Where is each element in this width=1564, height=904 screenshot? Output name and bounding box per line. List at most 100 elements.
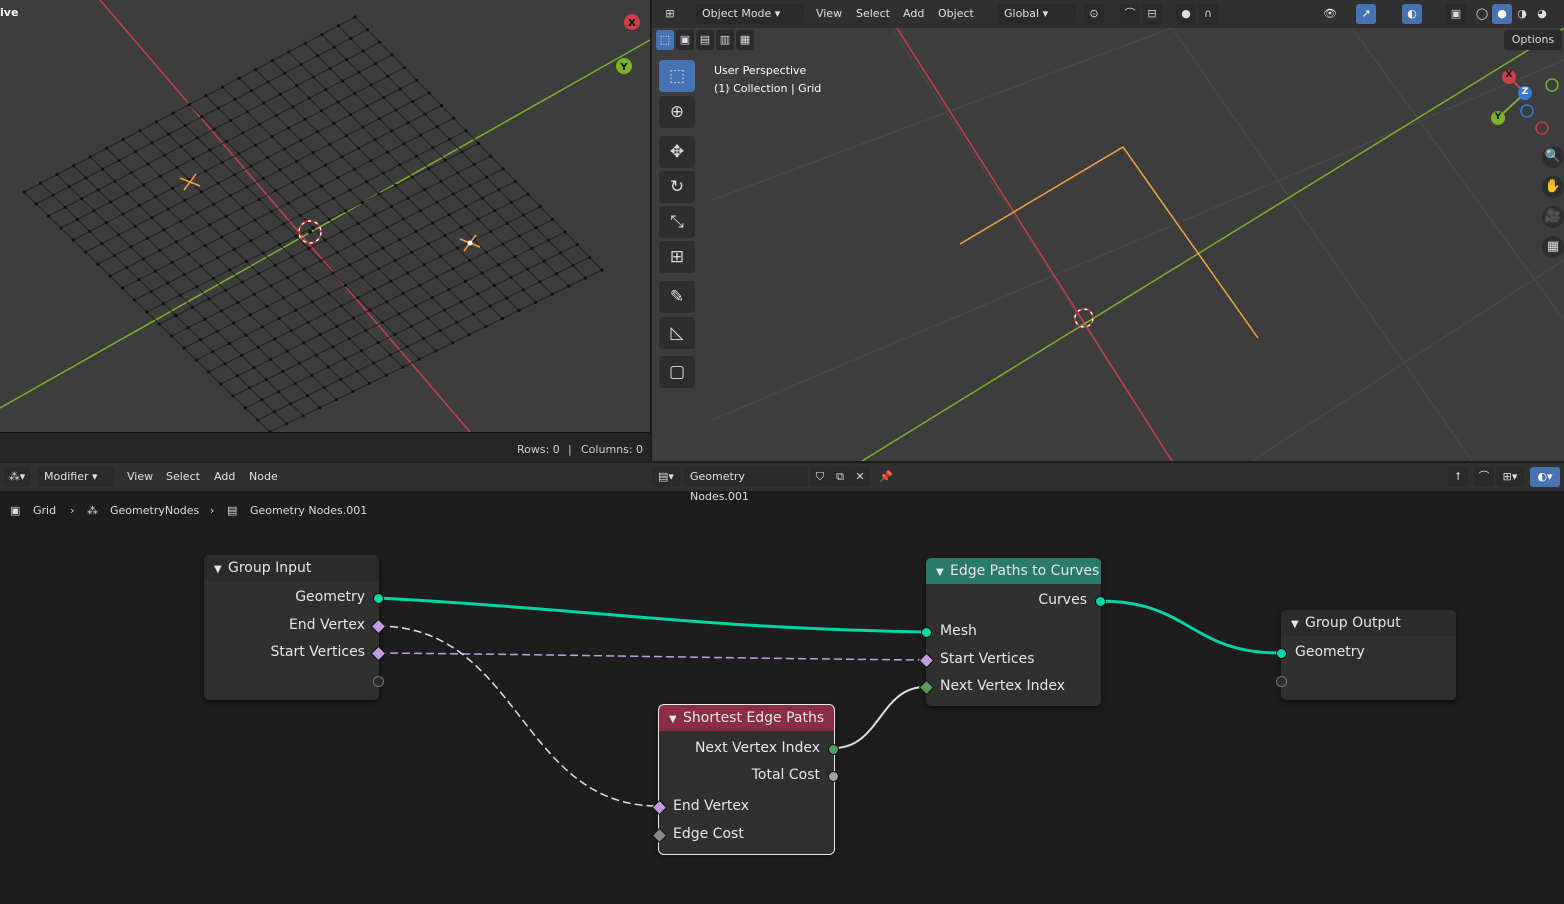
annotate-tool-icon[interactable]: ✎ bbox=[659, 281, 695, 313]
left-3d-viewport[interactable]: XY ive Rows: 0 | Columns: 0 bbox=[0, 0, 650, 461]
material-shading-icon[interactable]: ◑ bbox=[1512, 4, 1532, 24]
move-tool-icon[interactable]: ✥ bbox=[659, 136, 695, 168]
zoom-icon[interactable]: 🔍 bbox=[1542, 146, 1564, 168]
socket-label-total-cost: Total Cost bbox=[751, 767, 820, 783]
socket-label-curves: Curves bbox=[1038, 592, 1087, 608]
input-socket-empty[interactable] bbox=[1276, 676, 1287, 687]
grid-view-icon[interactable]: ▦ bbox=[1542, 236, 1564, 258]
pin-icon[interactable]: 📌 bbox=[876, 467, 896, 487]
input-socket-geometry[interactable] bbox=[1276, 648, 1287, 659]
tree-browse-icon[interactable]: ▤▾ bbox=[652, 467, 680, 487]
select-extend-icon[interactable]: ▣ bbox=[676, 30, 694, 50]
input-socket-mesh[interactable] bbox=[921, 627, 932, 638]
proportional-edit-icon[interactable]: ● bbox=[1176, 4, 1196, 24]
pan-hand-icon[interactable]: ✋ bbox=[1542, 176, 1564, 198]
scale-tool-icon[interactable]: ⤡ bbox=[659, 206, 695, 238]
snap-icon[interactable]: ⌒ bbox=[1120, 4, 1140, 24]
node-menu-select[interactable]: Select bbox=[166, 470, 200, 483]
select-box-tool-icon[interactable]: ⬚ bbox=[659, 60, 695, 92]
gizmo-toggle-icon[interactable]: ↗ bbox=[1356, 4, 1376, 24]
socket-label-next-vertex-index: Next Vertex Index bbox=[694, 740, 820, 756]
edge-paths-to-curves-node[interactable]: ▼ Edge Paths to Curves Curves Mesh Start … bbox=[918, 558, 1106, 706]
spreadsheet-status-bar: Rows: 0 | Columns: 0 bbox=[0, 432, 650, 461]
cursor-tool-icon[interactable]: ⊕ bbox=[659, 96, 695, 128]
group-input-header[interactable]: ▼ Group Input bbox=[204, 555, 379, 581]
socket-label-end-vertex: End Vertex bbox=[288, 617, 365, 633]
pivot-icon[interactable]: ⊙ bbox=[1084, 4, 1104, 24]
select-intersect-icon[interactable]: ▦ bbox=[736, 30, 754, 50]
orientation-dropdown[interactable]: Global ▾ bbox=[998, 4, 1076, 24]
group-output-header[interactable]: ▼ Group Output bbox=[1281, 610, 1456, 636]
output-socket-geometry[interactable] bbox=[373, 593, 384, 604]
chevron-down-icon[interactable]: ▼ bbox=[1291, 612, 1305, 638]
node-tree-name-field[interactable]: Geometry Nodes.001 bbox=[684, 467, 808, 503]
snap-target-icon[interactable]: ⊟ bbox=[1142, 4, 1162, 24]
unlink-close-icon[interactable]: ✕ bbox=[850, 467, 870, 487]
socket-label-start-vertices: Start Vertices bbox=[270, 644, 366, 660]
select-new-icon[interactable]: ⬚ bbox=[656, 30, 674, 50]
node-overlay-icon[interactable]: ◐▾ bbox=[1530, 467, 1560, 487]
output-socket-empty[interactable] bbox=[373, 676, 384, 687]
socket-label-geometry: Geometry bbox=[1295, 644, 1365, 660]
gizmo-y-label: Y bbox=[1494, 112, 1502, 122]
chevron-down-icon[interactable]: ▼ bbox=[669, 707, 683, 733]
link-next-vertex-index bbox=[833, 686, 926, 749]
select-subtract-icon[interactable]: ▤ bbox=[696, 30, 714, 50]
output-socket-curves[interactable] bbox=[1095, 596, 1106, 607]
rendered-shading-icon[interactable]: ◕ bbox=[1532, 4, 1552, 24]
select-mode-buttons: ⬚ ▣ ▤ ▥ ▦ bbox=[656, 30, 756, 50]
select-invert-icon[interactable]: ▥ bbox=[716, 30, 734, 50]
falloff-icon[interactable]: ∩ bbox=[1198, 4, 1218, 24]
add-cube-tool-icon[interactable]: ▢ bbox=[659, 356, 695, 388]
node-menu-node[interactable]: Node bbox=[249, 470, 278, 483]
shortest-edge-paths-node[interactable]: ▼ Shortest Edge Paths Next Vertex Index T… bbox=[651, 704, 839, 855]
options-dropdown[interactable]: Options bbox=[1504, 30, 1562, 50]
orientation-label: Global bbox=[1004, 7, 1040, 20]
mode-label: ive bbox=[0, 6, 19, 19]
snap-element-icon[interactable]: ⊞▾ bbox=[1496, 467, 1524, 487]
xray-icon[interactable]: ▣ bbox=[1446, 4, 1466, 24]
menu-object[interactable]: Object bbox=[938, 7, 974, 20]
link-geometry-mesh bbox=[377, 596, 926, 634]
shortest-edge-paths-header[interactable]: ▼ Shortest Edge Paths bbox=[659, 705, 834, 731]
wireframe-shading-icon[interactable]: ◯ bbox=[1472, 4, 1492, 24]
chevron-down-icon[interactable]: ▼ bbox=[936, 560, 950, 586]
parent-tree-icon[interactable]: ⭡ bbox=[1448, 467, 1468, 487]
menu-select[interactable]: Select bbox=[856, 7, 890, 20]
socket-label-mesh: Mesh bbox=[940, 623, 977, 639]
chevron-down-icon[interactable]: ▼ bbox=[214, 557, 228, 583]
group-output-node[interactable]: ▼ Group Output Geometry bbox=[1276, 610, 1456, 700]
viewport-header: ⊞ Object Mode ▾ View Select Add Object G… bbox=[652, 0, 1564, 28]
mode-dropdown[interactable]: Object Mode ▾ bbox=[696, 4, 804, 24]
mode-dropdown-label: Object Mode bbox=[702, 7, 772, 20]
gizmo-x-label: X bbox=[628, 18, 636, 29]
context-dropdown[interactable]: Modifier ▾ bbox=[38, 467, 114, 487]
output-socket-total-cost[interactable] bbox=[828, 771, 839, 782]
rows-count: Rows: 0 bbox=[517, 443, 560, 456]
duplicate-icon[interactable]: ⧉ bbox=[830, 467, 850, 487]
left-viewport-canvas[interactable]: XY bbox=[0, 0, 650, 461]
fake-user-shield-icon[interactable]: ⛉ bbox=[810, 467, 830, 487]
shortest-edge-paths-title: Shortest Edge Paths bbox=[683, 710, 825, 726]
group-input-node[interactable]: ▼ Group Input Geometry End Vertex Start V… bbox=[204, 555, 387, 700]
transform-tool-icon[interactable]: ⊞ bbox=[659, 241, 695, 273]
link-start-vertices bbox=[377, 652, 926, 661]
menu-add[interactable]: Add bbox=[903, 7, 924, 20]
camera-icon[interactable]: 🎥 bbox=[1542, 206, 1564, 228]
node-menu-add[interactable]: Add bbox=[214, 470, 235, 483]
measure-tool-icon[interactable]: ◺ bbox=[659, 317, 695, 349]
gizmo-x-label: X bbox=[1505, 70, 1513, 80]
editor-type-icon[interactable]: ⊞ bbox=[660, 4, 680, 24]
node-snap-icon[interactable]: ⌒ bbox=[1474, 467, 1494, 487]
node-editor-type-icon[interactable]: ⁂▾ bbox=[4, 467, 30, 487]
edge-paths-header[interactable]: ▼ Edge Paths to Curves bbox=[926, 558, 1101, 584]
columns-count: Columns: 0 bbox=[581, 443, 644, 456]
menu-view[interactable]: View bbox=[816, 7, 842, 20]
node-menu-view[interactable]: View bbox=[127, 470, 153, 483]
overlay-toggle-icon[interactable]: ◐ bbox=[1402, 4, 1422, 24]
output-socket-next-vertex-index[interactable] bbox=[828, 744, 839, 755]
solid-shading-icon[interactable]: ● bbox=[1492, 4, 1512, 24]
visibility-icon[interactable]: 👁 bbox=[1320, 4, 1340, 24]
grid-mesh bbox=[22, 15, 604, 434]
rotate-tool-icon[interactable]: ↻ bbox=[659, 171, 695, 203]
